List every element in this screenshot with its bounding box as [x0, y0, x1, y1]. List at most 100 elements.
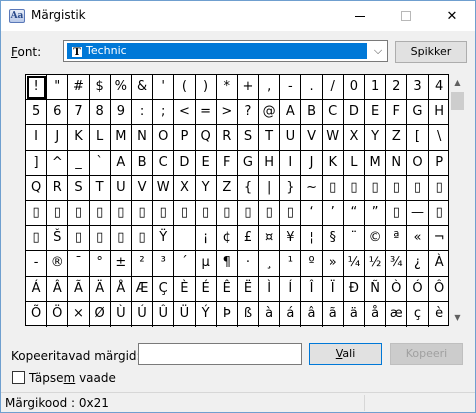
character-cell[interactable]: «: [407, 226, 429, 252]
character-cell[interactable]: U: [280, 125, 302, 151]
character-cell[interactable]: è: [429, 302, 450, 327]
character-cell[interactable]: ¢: [216, 226, 238, 252]
character-cell[interactable]: ▯: [343, 175, 365, 201]
character-cell[interactable]: V: [301, 125, 323, 151]
character-cell[interactable]: ¼: [343, 251, 365, 277]
character-cell[interactable]: ç: [407, 301, 429, 327]
character-cell[interactable]: Q: [195, 125, 217, 151]
character-cell[interactable]: 8: [89, 100, 111, 126]
character-cell[interactable]: Ç: [153, 276, 175, 302]
character-cell[interactable]: §: [322, 226, 344, 252]
character-cell[interactable]: R: [216, 125, 238, 151]
character-cell[interactable]: `: [89, 150, 111, 176]
character-cell[interactable]: À: [428, 251, 450, 277]
character-cell[interactable]: ¿: [407, 251, 429, 277]
character-cell[interactable]: Î: [301, 276, 323, 302]
character-cell[interactable]: A: [110, 150, 132, 176]
character-cell[interactable]: M: [110, 125, 132, 151]
character-cell[interactable]: ▯: [259, 200, 281, 227]
character-cell[interactable]: G: [237, 150, 260, 176]
character-cell[interactable]: É: [195, 276, 217, 302]
character-cell[interactable]: Ñ: [365, 276, 387, 302]
character-cell[interactable]: Ð: [343, 276, 365, 302]
character-cell[interactable]: Ï: [322, 276, 344, 302]
character-cell[interactable]: ▯: [110, 200, 132, 227]
character-cell[interactable]: ▯: [131, 226, 154, 252]
character-cell[interactable]: ▯: [322, 175, 344, 201]
character-cell[interactable]: ): [195, 75, 217, 101]
character-cell[interactable]: »: [322, 251, 344, 277]
character-cell[interactable]: @: [259, 100, 281, 126]
minimize-button[interactable]: [337, 1, 383, 31]
character-cell[interactable]: C: [322, 100, 344, 126]
character-cell[interactable]: Õ: [26, 301, 48, 327]
character-cell[interactable]: P: [428, 151, 450, 176]
character-cell[interactable]: ã: [323, 301, 344, 327]
character-cell[interactable]: F: [216, 150, 238, 176]
character-cell[interactable]: [: [407, 125, 429, 151]
character-cell[interactable]: 2: [386, 75, 408, 101]
character-cell[interactable]: 3: [407, 75, 429, 101]
character-cell[interactable]: N: [131, 125, 154, 151]
character-cell[interactable]: ×: [68, 301, 90, 327]
character-cell[interactable]: Ã: [68, 276, 90, 302]
character-cell[interactable]: Ÿ: [153, 226, 175, 252]
character-cell[interactable]: Q: [26, 175, 48, 201]
character-cell[interactable]: ½: [365, 251, 387, 277]
character-cell[interactable]: &: [131, 75, 154, 101]
character-cell[interactable]: \: [428, 125, 450, 151]
character-cell[interactable]: Y: [195, 175, 217, 201]
maximize-button[interactable]: [383, 1, 429, 31]
character-cell[interactable]: -: [26, 251, 48, 277]
character-cell[interactable]: (: [174, 75, 196, 101]
character-cell[interactable]: ¹: [280, 251, 302, 277]
character-cell[interactable]: ▯: [428, 201, 450, 227]
character-cell[interactable]: I: [26, 125, 48, 151]
character-cell[interactable]: ¾: [386, 251, 408, 277]
character-cell[interactable]: Ê: [216, 276, 238, 302]
character-cell[interactable]: ▯: [280, 200, 302, 227]
character-cell[interactable]: Â: [47, 276, 69, 302]
copy-button[interactable]: Kopeeri: [390, 343, 463, 365]
character-cell[interactable]: ▯: [153, 200, 175, 227]
character-cell[interactable]: S: [68, 175, 90, 201]
character-cell[interactable]: O: [407, 150, 429, 176]
character-cell[interactable]: A: [280, 100, 302, 126]
character-cell[interactable]: Ø: [90, 301, 111, 327]
character-cell[interactable]: H: [428, 100, 450, 126]
character-cell[interactable]: V: [131, 175, 154, 201]
character-cell[interactable]: ,: [259, 75, 281, 101]
character-cell[interactable]: P: [174, 125, 196, 151]
character-cell[interactable]: |: [259, 175, 281, 201]
character-cell[interactable]: Ù: [111, 301, 132, 327]
character-cell[interactable]: Ò: [386, 276, 408, 302]
scroll-down-arrow-icon[interactable]: ▼: [449, 309, 466, 326]
character-cell[interactable]: Û: [153, 301, 175, 327]
character-cell[interactable]: °: [89, 251, 111, 277]
character-cell[interactable]: 4: [428, 75, 450, 101]
character-cell[interactable]: ’: [322, 200, 344, 227]
character-cell[interactable]: ¬: [428, 226, 450, 252]
character-cell[interactable]: B: [301, 100, 323, 126]
character-cell[interactable]: %: [110, 75, 132, 101]
character-cell[interactable]: O: [153, 125, 175, 151]
character-cell[interactable]: æ: [386, 301, 408, 327]
scrollbar-thumb[interactable]: [451, 92, 464, 110]
character-cell[interactable]: !: [26, 75, 48, 101]
character-cell[interactable]: ¡: [195, 226, 217, 252]
character-cell[interactable]: Ü: [174, 301, 196, 327]
character-cell[interactable]: µ: [195, 251, 217, 277]
character-cell[interactable]: I: [280, 150, 302, 176]
character-cell[interactable]: Z: [386, 125, 408, 151]
character-cell[interactable]: ▯: [237, 200, 260, 227]
scroll-up-arrow-icon[interactable]: ▲: [449, 74, 466, 91]
character-cell[interactable]: E: [365, 100, 387, 126]
character-cell[interactable]: W: [153, 175, 175, 201]
character-cell[interactable]: E: [195, 150, 217, 176]
character-cell[interactable]: ´: [174, 251, 196, 277]
character-cell[interactable]: ▯: [407, 175, 429, 201]
character-cell[interactable]: Z: [216, 175, 238, 201]
character-cell[interactable]: ~: [301, 175, 323, 201]
character-cell[interactable]: Þ: [217, 301, 238, 327]
character-cell[interactable]: ▯: [131, 200, 154, 227]
